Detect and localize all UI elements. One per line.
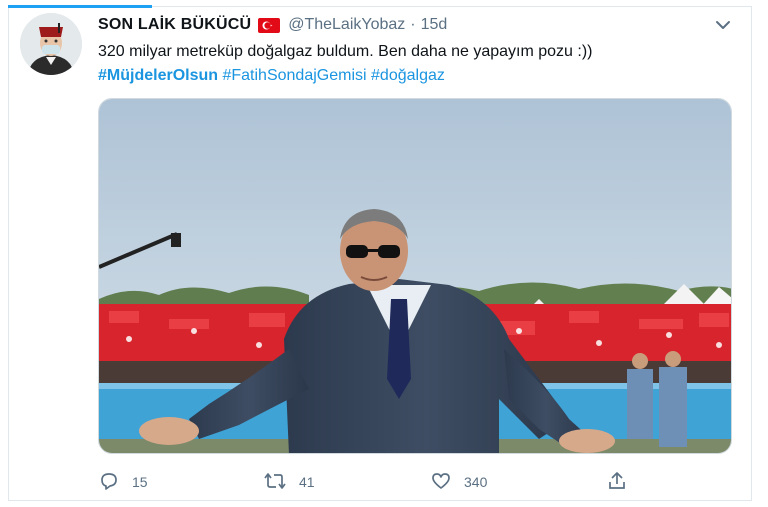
- tweet-actions: 15 41 340: [98, 468, 718, 496]
- separator-dot: ·: [410, 16, 416, 33]
- hashtag-link[interactable]: #doğalgaz: [371, 67, 445, 84]
- retweet-icon: [263, 470, 287, 495]
- avatar[interactable]: [20, 13, 82, 75]
- reply-count: 15: [132, 474, 148, 490]
- like-count: 340: [464, 474, 488, 490]
- share-icon: [606, 470, 628, 495]
- hashtag-link[interactable]: #FatihSondajGemisi: [222, 67, 366, 84]
- active-tab-indicator: [8, 5, 152, 8]
- reply-button[interactable]: 15: [98, 468, 148, 496]
- user-handle[interactable]: @TheLaikYobaz: [288, 16, 405, 34]
- reply-icon: [98, 470, 120, 495]
- tweet-photo[interactable]: [98, 98, 732, 454]
- like-button[interactable]: 340: [430, 468, 487, 496]
- tweet-header: SON LAİK BÜKÜCÜ @TheLaikYobaz · 15d: [98, 14, 447, 36]
- turkey-flag-icon: [258, 17, 281, 33]
- hashtag-link[interactable]: #MüjdelerOlsun: [98, 67, 218, 84]
- tweet-text: 320 milyar metreküp doğalgaz buldum. Ben…: [98, 43, 593, 60]
- heart-icon: [430, 470, 452, 495]
- chevron-down-icon[interactable]: [712, 14, 734, 36]
- hashtag-row: #MüjdelerOlsun #FatihSondajGemisi #doğal…: [98, 64, 445, 88]
- retweet-count: 41: [299, 474, 315, 490]
- retweet-button[interactable]: 41: [263, 468, 315, 496]
- display-name[interactable]: SON LAİK BÜKÜCÜ: [98, 16, 251, 34]
- timestamp[interactable]: 15d: [421, 16, 448, 34]
- share-button[interactable]: [606, 468, 628, 496]
